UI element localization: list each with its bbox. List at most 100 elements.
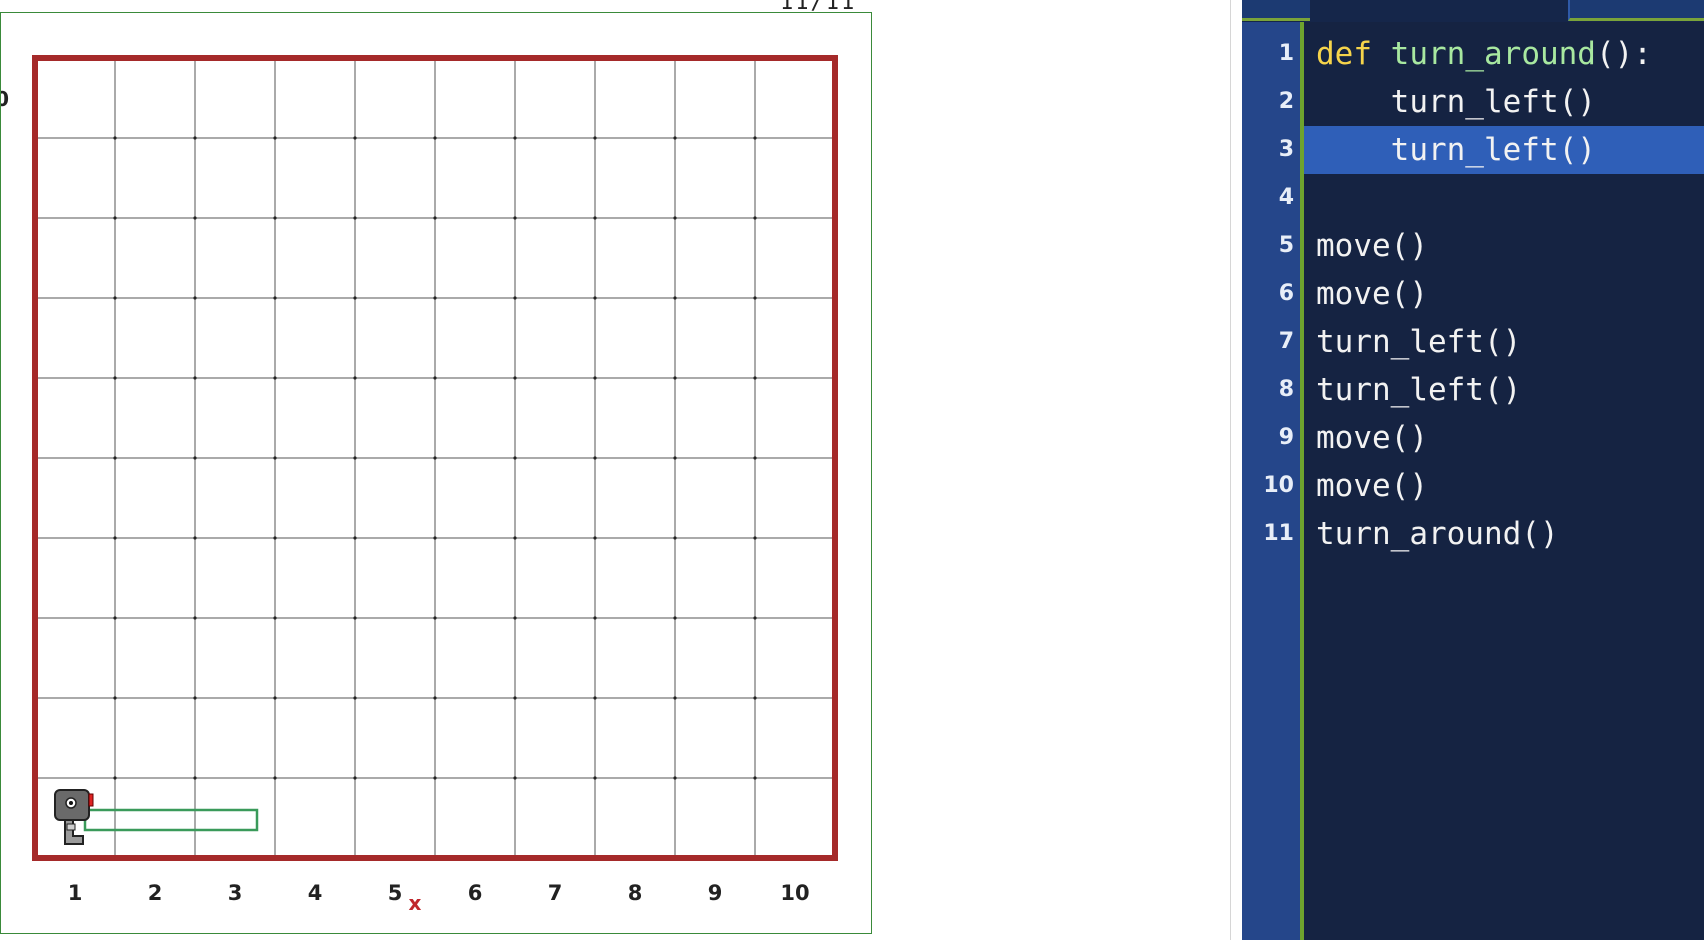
grid-intersection — [753, 376, 757, 380]
line-number: 8 — [1278, 377, 1294, 402]
code-line-text: turn_around() — [1316, 510, 1559, 558]
code-line[interactable]: move() — [1304, 414, 1704, 462]
code-line[interactable]: move() — [1304, 222, 1704, 270]
code-line[interactable]: turn_around() — [1304, 510, 1704, 558]
code-token: move() — [1316, 228, 1428, 264]
line-number: 3 — [1278, 137, 1294, 162]
code-line[interactable]: def turn_around(): — [1304, 30, 1704, 78]
grid-intersection — [673, 376, 677, 380]
code-line[interactable] — [1304, 174, 1704, 222]
grid-intersection — [193, 536, 197, 540]
robot-trace-path — [83, 808, 259, 832]
x-axis-tick-label: 9 — [708, 881, 723, 905]
code-line-highlighted[interactable]: turn_left() — [1304, 126, 1704, 174]
grid-intersection — [673, 456, 677, 460]
code-line[interactable]: turn_left() — [1304, 318, 1704, 366]
editor-tab-left[interactable] — [1242, 0, 1310, 21]
code-token: move() — [1316, 420, 1428, 456]
grid-intersection — [593, 456, 597, 460]
grid-intersection — [673, 696, 677, 700]
code-line-text: move() — [1316, 414, 1428, 462]
code-line-text: move() — [1316, 222, 1428, 270]
grid-intersection — [593, 776, 597, 780]
x-axis-tick-label: 5 — [388, 881, 403, 905]
grid-intersection — [273, 696, 277, 700]
line-number-gutter: 1 2 3 4 5 6 7 8 9 10 11 — [1242, 22, 1304, 940]
line-number: 2 — [1278, 89, 1294, 114]
line-number: 4 — [1278, 185, 1294, 210]
code-line-text: def turn_around(): — [1316, 30, 1652, 78]
grid-intersection — [273, 456, 277, 460]
grid-intersection — [513, 776, 517, 780]
grid-intersection — [113, 376, 117, 380]
grid-intersection — [353, 696, 357, 700]
grid-intersection — [673, 536, 677, 540]
grid-intersection — [593, 616, 597, 620]
grid-intersection — [753, 696, 757, 700]
editor-tab-right[interactable] — [1568, 0, 1704, 21]
line-number: 11 — [1263, 521, 1294, 546]
grid-intersection — [753, 616, 757, 620]
code-line-text: turn_left() — [1316, 78, 1596, 126]
grid-intersection — [513, 296, 517, 300]
line-number: 10 — [1263, 473, 1294, 498]
grid-intersection — [433, 296, 437, 300]
world-canvas[interactable]: 0 1 2 3 4 5 6 7 8 9 10 x — [1, 13, 873, 935]
code-line-text: turn_left() — [1316, 366, 1521, 414]
grid-intersection — [753, 296, 757, 300]
x-axis-tick-label: 1 — [68, 881, 83, 905]
code-token: move() — [1316, 468, 1428, 504]
grid-intersection — [513, 216, 517, 220]
code-line[interactable]: move() — [1304, 462, 1704, 510]
grid-intersection — [753, 456, 757, 460]
grid-intersection — [433, 776, 437, 780]
grid-intersection — [353, 376, 357, 380]
grid-intersection — [673, 216, 677, 220]
grid-intersection — [753, 776, 757, 780]
grid-intersection — [193, 456, 197, 460]
code-token: (): — [1595, 36, 1652, 72]
code-editor[interactable]: 1 2 3 4 5 6 7 8 9 10 11 def turn_around(): turn_le… — [1242, 0, 1704, 940]
x-axis-tick-label: 8 — [628, 881, 643, 905]
grid-intersection — [753, 216, 757, 220]
grid-intersection — [433, 536, 437, 540]
world-panel[interactable]: 0 1 2 3 4 5 6 7 8 9 10 x — [0, 12, 872, 934]
grid-intersection — [273, 536, 277, 540]
grid-intersection — [113, 456, 117, 460]
grid-intersection — [433, 696, 437, 700]
x-axis-name: x — [409, 891, 422, 915]
grid-intersection — [273, 136, 277, 140]
code-line[interactable]: turn_left() — [1304, 366, 1704, 414]
top-tab-strip: 11/11 — [0, 0, 900, 15]
x-axis-tick-label: 6 — [468, 881, 483, 905]
code-area[interactable]: def turn_around(): turn_left() turn_left… — [1304, 22, 1704, 940]
code-token: turn_left() — [1316, 372, 1522, 408]
grid-intersection — [193, 616, 197, 620]
grid-intersection — [513, 536, 517, 540]
panel-divider[interactable] — [1230, 0, 1241, 940]
grid-intersection — [273, 376, 277, 380]
grid-intersection — [513, 136, 517, 140]
code-token: turn_around() — [1316, 516, 1559, 552]
editor-tab-bar — [1242, 0, 1704, 22]
grid-intersection — [353, 536, 357, 540]
grid-intersection — [433, 456, 437, 460]
code-line[interactable]: turn_left() — [1304, 78, 1704, 126]
grid-intersection — [513, 456, 517, 460]
grid-intersection — [113, 136, 117, 140]
grid-intersection — [353, 136, 357, 140]
robot-icon[interactable] — [54, 789, 94, 845]
grid-intersection — [193, 136, 197, 140]
line-number: 5 — [1278, 233, 1294, 258]
code-line-text: turn_left() — [1316, 318, 1521, 366]
grid-intersection — [433, 376, 437, 380]
grid-intersection — [193, 296, 197, 300]
grid-intersection — [593, 296, 597, 300]
code-line[interactable]: move() — [1304, 270, 1704, 318]
grid-intersection — [113, 216, 117, 220]
keyword-token: def — [1316, 36, 1372, 72]
grid-intersection — [113, 536, 117, 540]
grid-intersection — [113, 696, 117, 700]
x-axis-tick-label: 2 — [148, 881, 163, 905]
